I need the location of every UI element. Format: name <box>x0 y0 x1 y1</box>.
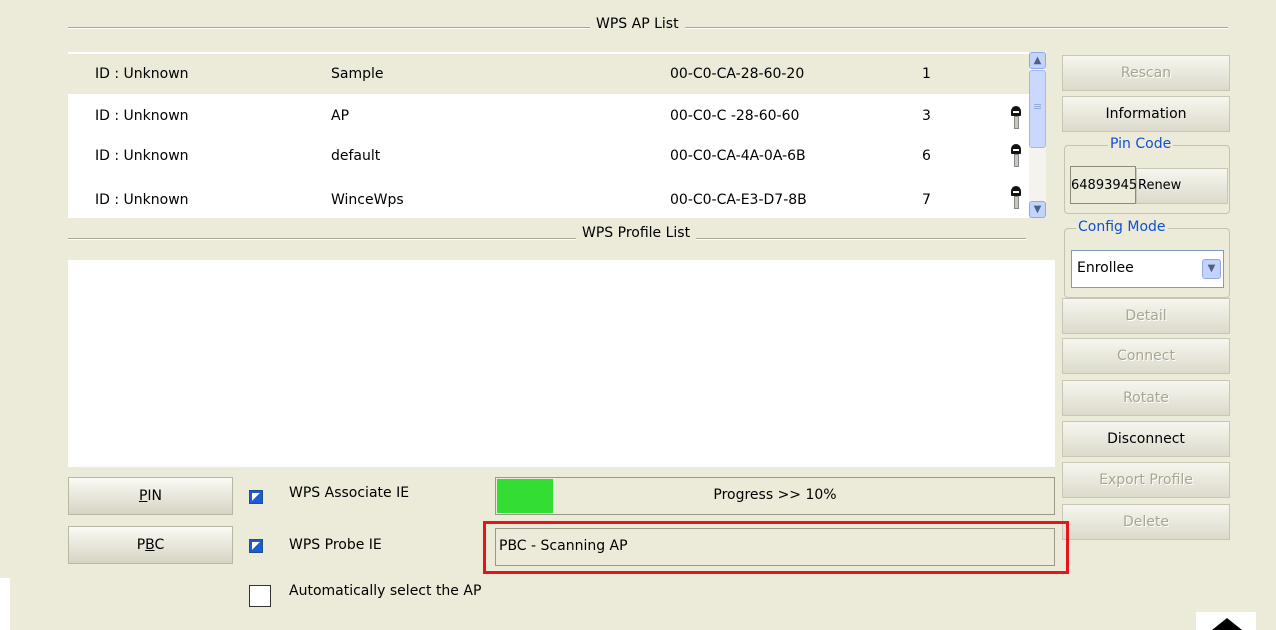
ap-mac: 00-C0-C -28-60-60 <box>670 108 800 124</box>
ap-channel: 3 <box>922 108 931 124</box>
rotate-button[interactable]: Rotate <box>1062 380 1230 416</box>
delete-button[interactable]: Delete <box>1062 504 1230 540</box>
bottom-edge <box>0 578 10 630</box>
wps-associate-ie-checkbox[interactable] <box>249 490 263 504</box>
information-button[interactable]: Information <box>1062 96 1230 132</box>
ap-ssid: WinceWps <box>331 192 404 208</box>
config-mode-select[interactable]: Enrollee ▼ <box>1071 250 1224 288</box>
auto-select-ap-checkbox[interactable] <box>249 585 271 607</box>
progress-text: Progress >> 10% <box>713 487 837 503</box>
detail-button[interactable]: Detail <box>1062 298 1230 334</box>
wps-associate-ie-label: WPS Associate IE <box>289 485 410 501</box>
progress-bar: Progress >> 10% <box>495 477 1055 515</box>
ap-list-title: WPS AP List <box>590 16 685 32</box>
ap-id: ID : Unknown <box>95 148 189 164</box>
ap-row[interactable]: ID : Unknown AP 00-C0-C -28-60-60 3 <box>68 96 1029 136</box>
export-profile-button[interactable]: Export Profile <box>1062 462 1230 498</box>
status-text-box: PBC - Scanning AP <box>495 528 1055 566</box>
wps-probe-ie-label: WPS Probe IE <box>289 537 382 553</box>
ap-list[interactable]: ID : Unknown Sample 00-C0-CA-28-60-20 1 … <box>68 52 1029 218</box>
profile-list-divider <box>68 238 1026 240</box>
pin-code-value: 64893945 <box>1070 166 1137 204</box>
ap-mac: 00-C0-CA-E3-D7-8B <box>670 192 807 208</box>
key-icon <box>1010 106 1022 129</box>
auto-select-ap-label: Automatically select the AP <box>289 583 482 599</box>
ap-row[interactable]: ID : Unknown Sample 00-C0-CA-28-60-20 1 <box>68 54 1029 94</box>
ap-id: ID : Unknown <box>95 66 189 82</box>
pbc-button[interactable]: PBC <box>68 526 233 564</box>
scroll-up-icon[interactable]: ▲ <box>1029 52 1046 69</box>
config-mode-label: Config Mode <box>1076 219 1168 235</box>
key-icon <box>1010 144 1022 167</box>
ap-id: ID : Unknown <box>95 192 189 208</box>
pin-button-label: PIN <box>138 488 163 504</box>
ap-channel: 7 <box>922 192 931 208</box>
ap-row[interactable]: ID : Unknown WinceWps 00-C0-CA-E3-D7-8B … <box>68 180 1029 220</box>
config-mode-value: Enrollee <box>1077 260 1134 276</box>
ap-channel: 1 <box>922 66 931 82</box>
ap-ssid: Sample <box>331 66 384 82</box>
renew-button[interactable]: Renew <box>1136 168 1228 204</box>
ap-mac: 00-C0-CA-28-60-20 <box>670 66 805 82</box>
ap-ssid: AP <box>331 108 350 124</box>
key-icon <box>1010 186 1022 209</box>
scroll-top-icon[interactable] <box>1196 612 1256 630</box>
connect-button[interactable]: Connect <box>1062 338 1230 374</box>
status-text: PBC - Scanning AP <box>499 538 628 554</box>
ap-ssid: default <box>331 148 381 164</box>
wps-probe-ie-checkbox[interactable] <box>249 539 263 553</box>
scroll-thumb[interactable] <box>1029 70 1046 148</box>
ap-row[interactable]: ID : Unknown default 00-C0-CA-4A-0A-6B 6 <box>68 136 1029 176</box>
dropdown-arrow-icon[interactable]: ▼ <box>1202 259 1221 279</box>
scroll-down-icon[interactable]: ▼ <box>1029 201 1046 218</box>
ap-channel: 6 <box>922 148 931 164</box>
profile-list-title: WPS Profile List <box>576 225 697 241</box>
pbc-button-label: PBC <box>136 537 165 553</box>
ap-id: ID : Unknown <box>95 108 189 124</box>
ap-list-scrollbar[interactable]: ▲ ▼ <box>1029 52 1046 218</box>
ap-mac: 00-C0-CA-4A-0A-6B <box>670 148 806 164</box>
pin-button[interactable]: PIN <box>68 477 233 515</box>
pin-code-label: Pin Code <box>1108 136 1174 152</box>
disconnect-button[interactable]: Disconnect <box>1062 421 1230 457</box>
profile-list[interactable] <box>68 260 1055 467</box>
rescan-button[interactable]: Rescan <box>1062 55 1230 91</box>
